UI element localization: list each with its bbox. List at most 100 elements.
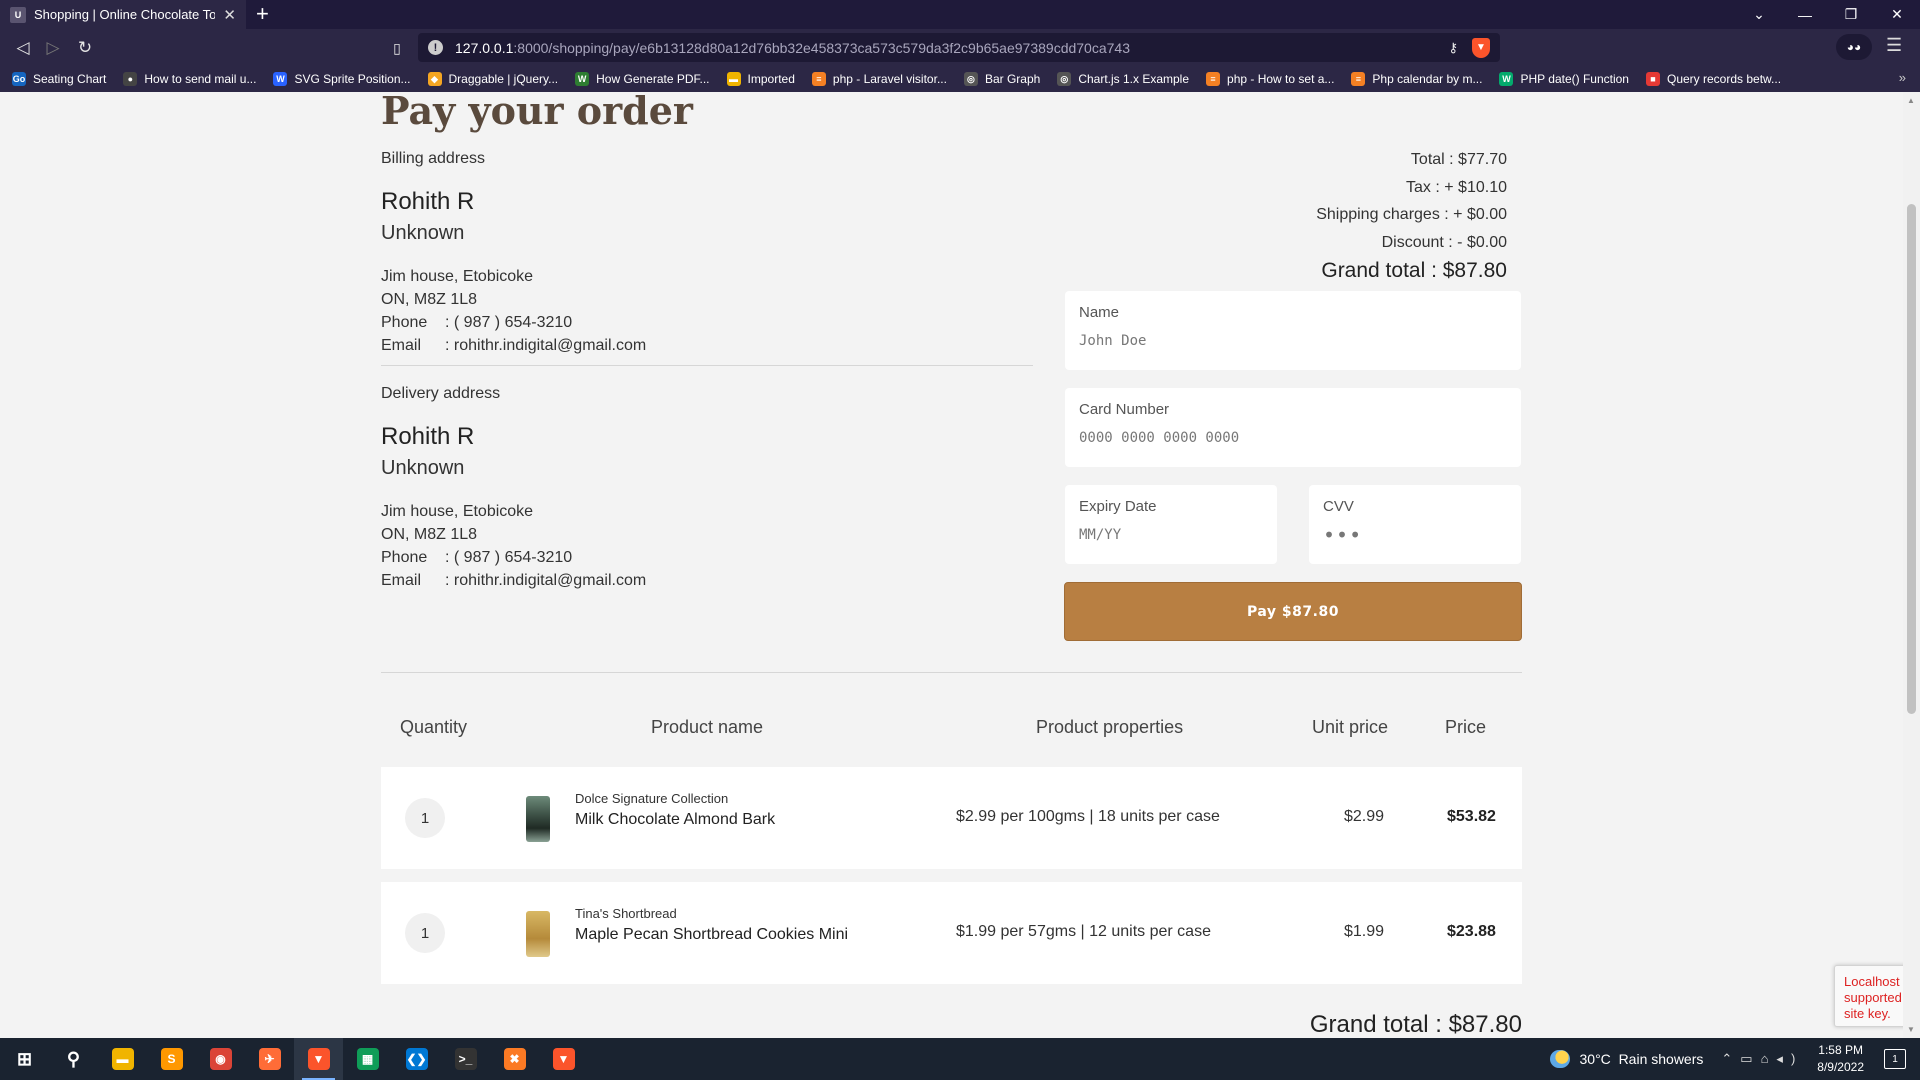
site-favicon-icon: U [10, 6, 26, 23]
table-row: 1 Tina's Shortbread Maple Pecan Shortbre… [381, 882, 1522, 984]
bookmark-icon[interactable]: ▯ [384, 35, 410, 61]
address-bar[interactable]: ! 127.0.0.1:8000/shopping/pay/e6b13128d8… [418, 33, 1500, 62]
terminal-icon[interactable]: >_ [441, 1038, 490, 1080]
cvv-field: CVV [1309, 485, 1521, 564]
section-divider [381, 672, 1522, 673]
bookmark-label: Imported [747, 72, 795, 86]
bookmark-item[interactable]: W SVG Sprite Position... [273, 72, 411, 86]
name-field: Name [1065, 291, 1521, 370]
bookmark-favicon-icon: ◎ [963, 72, 978, 86]
expiry-date-input[interactable] [1079, 527, 1263, 543]
vscode-icon[interactable]: ❮❯ [392, 1038, 441, 1080]
name-label: Name [1079, 304, 1120, 321]
bookmark-label: How to send mail u... [144, 72, 257, 86]
bookmark-label: How Generate PDF... [596, 72, 710, 86]
restore-icon[interactable]: ❐ [1828, 0, 1874, 29]
windows-taskbar: ⊞ ⚲ ▬ S ◉ ✈ ▼ ▦ ❮❯ >_ ✖ ▼ 30°C Rain showers ⌃▭⌂◂) 1… [0, 1038, 1920, 1080]
sublime-text-icon[interactable]: S [147, 1038, 196, 1080]
bookmark-favicon-icon: ≡ [811, 72, 826, 86]
billing-phone: : ( 987 ) 654-3210 [445, 314, 573, 331]
new-tab-icon[interactable]: + [256, 2, 269, 26]
scrollbar-thumb[interactable] [1907, 204, 1916, 714]
card-number-input[interactable] [1079, 430, 1507, 446]
xampp-icon-glyph: ✖ [503, 1048, 526, 1070]
product-name: Maple Pecan Shortbread Cookies Mini [575, 926, 849, 943]
shipping-charges: Shipping charges : + $0.00 [1316, 206, 1507, 223]
clock[interactable]: 1:58 PM 8/9/2022 [1817, 1042, 1864, 1076]
product-brand: Tina's Shortbread [575, 906, 677, 921]
header-product-properties: Product properties [1036, 717, 1184, 737]
browser-menu-icon[interactable]: ☰ [1886, 35, 1902, 56]
bookmark-favicon-icon: ■ [1645, 72, 1660, 86]
bookmark-favicon-icon: W [273, 72, 288, 86]
bookmark-item[interactable]: ● How to send mail u... [123, 72, 256, 86]
bookmark-label: PHP date() Function [1520, 72, 1629, 86]
brave-alt-icon[interactable]: ▼ [539, 1038, 588, 1080]
reload-icon[interactable]: ↻ [72, 35, 98, 61]
clock-date: 8/9/2022 [1817, 1060, 1864, 1074]
bookmark-item[interactable]: ▬ Imported [726, 72, 795, 86]
subtotal: Total : $77.70 [1410, 151, 1507, 168]
billing-name: Rohith R [381, 188, 475, 215]
weather-widget[interactable]: 30°C Rain showers [1549, 1050, 1703, 1068]
bookmark-label: SVG Sprite Position... [294, 72, 411, 86]
line-price: $53.82 [1447, 808, 1496, 825]
bookmark-item[interactable]: W How Generate PDF... [575, 72, 710, 86]
bookmark-favicon-icon: ◎ [1057, 72, 1072, 86]
tab-search-chevron-icon[interactable]: ⌄ [1736, 0, 1782, 29]
header-unit-price: Unit price [1312, 717, 1389, 737]
bookmark-item[interactable]: ≡ php - Laravel visitor... [811, 72, 947, 86]
back-icon[interactable]: ◁ [10, 35, 36, 61]
bookmark-label: php - How to set a... [1227, 72, 1335, 86]
search-icon[interactable]: ⚲ [49, 1038, 98, 1080]
bookmark-item[interactable]: Go Seating Chart [12, 72, 106, 86]
bookmark-label: Seating Chart [33, 72, 107, 86]
name-input[interactable] [1079, 333, 1507, 349]
bookmark-item[interactable]: ≡ Php calendar by m... [1351, 72, 1482, 86]
discount: Discount : - $0.00 [1381, 233, 1507, 251]
chrome-icon[interactable]: ◉ [196, 1038, 245, 1080]
bookmark-item[interactable]: ◎ Bar Graph [963, 72, 1040, 86]
product-properties: $1.99 per 57gms | 12 units per case [956, 923, 1211, 940]
vscode-icon-glyph: ❮❯ [405, 1048, 428, 1070]
delivery-street: Jim house, Etobicoke [381, 503, 534, 520]
cvv-input[interactable] [1323, 523, 1507, 547]
close-window-icon[interactable]: ✕ [1874, 0, 1920, 29]
start-icon[interactable]: ⊞ [0, 1038, 49, 1080]
bookmark-item[interactable]: ≡ php - How to set a... [1206, 72, 1334, 86]
page-content: Pay your order Billing address Rohith R … [0, 92, 1920, 1038]
vpn-extension-icon[interactable]: ◕◕ [1836, 34, 1872, 60]
minimize-icon[interactable]: — [1782, 0, 1828, 29]
bookmark-label: Draggable | jQuery... [448, 72, 559, 86]
scroll-down-icon[interactable]: ▼ [1907, 1025, 1915, 1034]
card-number-field: Card Number [1065, 388, 1521, 467]
forward-icon[interactable]: ▷ [40, 35, 66, 61]
tab-close-icon[interactable]: ✕ [223, 6, 236, 24]
site-info-icon[interactable]: ! [428, 40, 443, 55]
brave-shields-icon[interactable]: ▼ [1472, 37, 1490, 58]
bookmark-item[interactable]: ◎ Chart.js 1.x Example [1057, 72, 1189, 86]
brave-icon[interactable]: ▼ [294, 1038, 343, 1080]
bookmark-item[interactable]: ◆ Draggable | jQuery... [427, 72, 559, 86]
tab-strip: U Shopping | Online Chocolate Toro ✕ + ⌄… [0, 0, 1920, 29]
file-explorer-icon[interactable]: ▬ [98, 1038, 147, 1080]
page-title: Pay your order [381, 92, 693, 133]
product-properties: $2.99 per 100gms | 18 units per case [956, 808, 1220, 825]
header-price: Price [1445, 717, 1487, 737]
spreadsheet-icon[interactable]: ▦ [343, 1038, 392, 1080]
postman-icon[interactable]: ✈ [245, 1038, 294, 1080]
tray-icons[interactable]: ⌃▭⌂◂) [1721, 1051, 1803, 1067]
password-key-icon[interactable]: ⚷ [1448, 40, 1458, 56]
xampp-icon[interactable]: ✖ [490, 1038, 539, 1080]
browser-tab-active[interactable]: U Shopping | Online Chocolate Toro ✕ [0, 0, 246, 29]
notification-icon[interactable]: 1 [1884, 1049, 1906, 1069]
bookmark-item[interactable]: W PHP date() Function [1499, 72, 1629, 86]
bookmarks-overflow-icon[interactable]: » [1899, 70, 1906, 85]
scroll-up-icon[interactable]: ▲ [1907, 96, 1915, 105]
page-scrollbar[interactable]: ▲ ▼ [1903, 92, 1920, 1038]
bookmark-label: Chart.js 1.x Example [1078, 72, 1190, 86]
bookmark-item[interactable]: ■ Query records betw... [1645, 72, 1781, 86]
pay-button[interactable]: Pay $87.80 [1064, 582, 1522, 641]
tax: Tax : + $10.10 [1406, 178, 1507, 196]
billing-address: Billing address Rohith R Unknown Jim hou… [381, 150, 1033, 357]
